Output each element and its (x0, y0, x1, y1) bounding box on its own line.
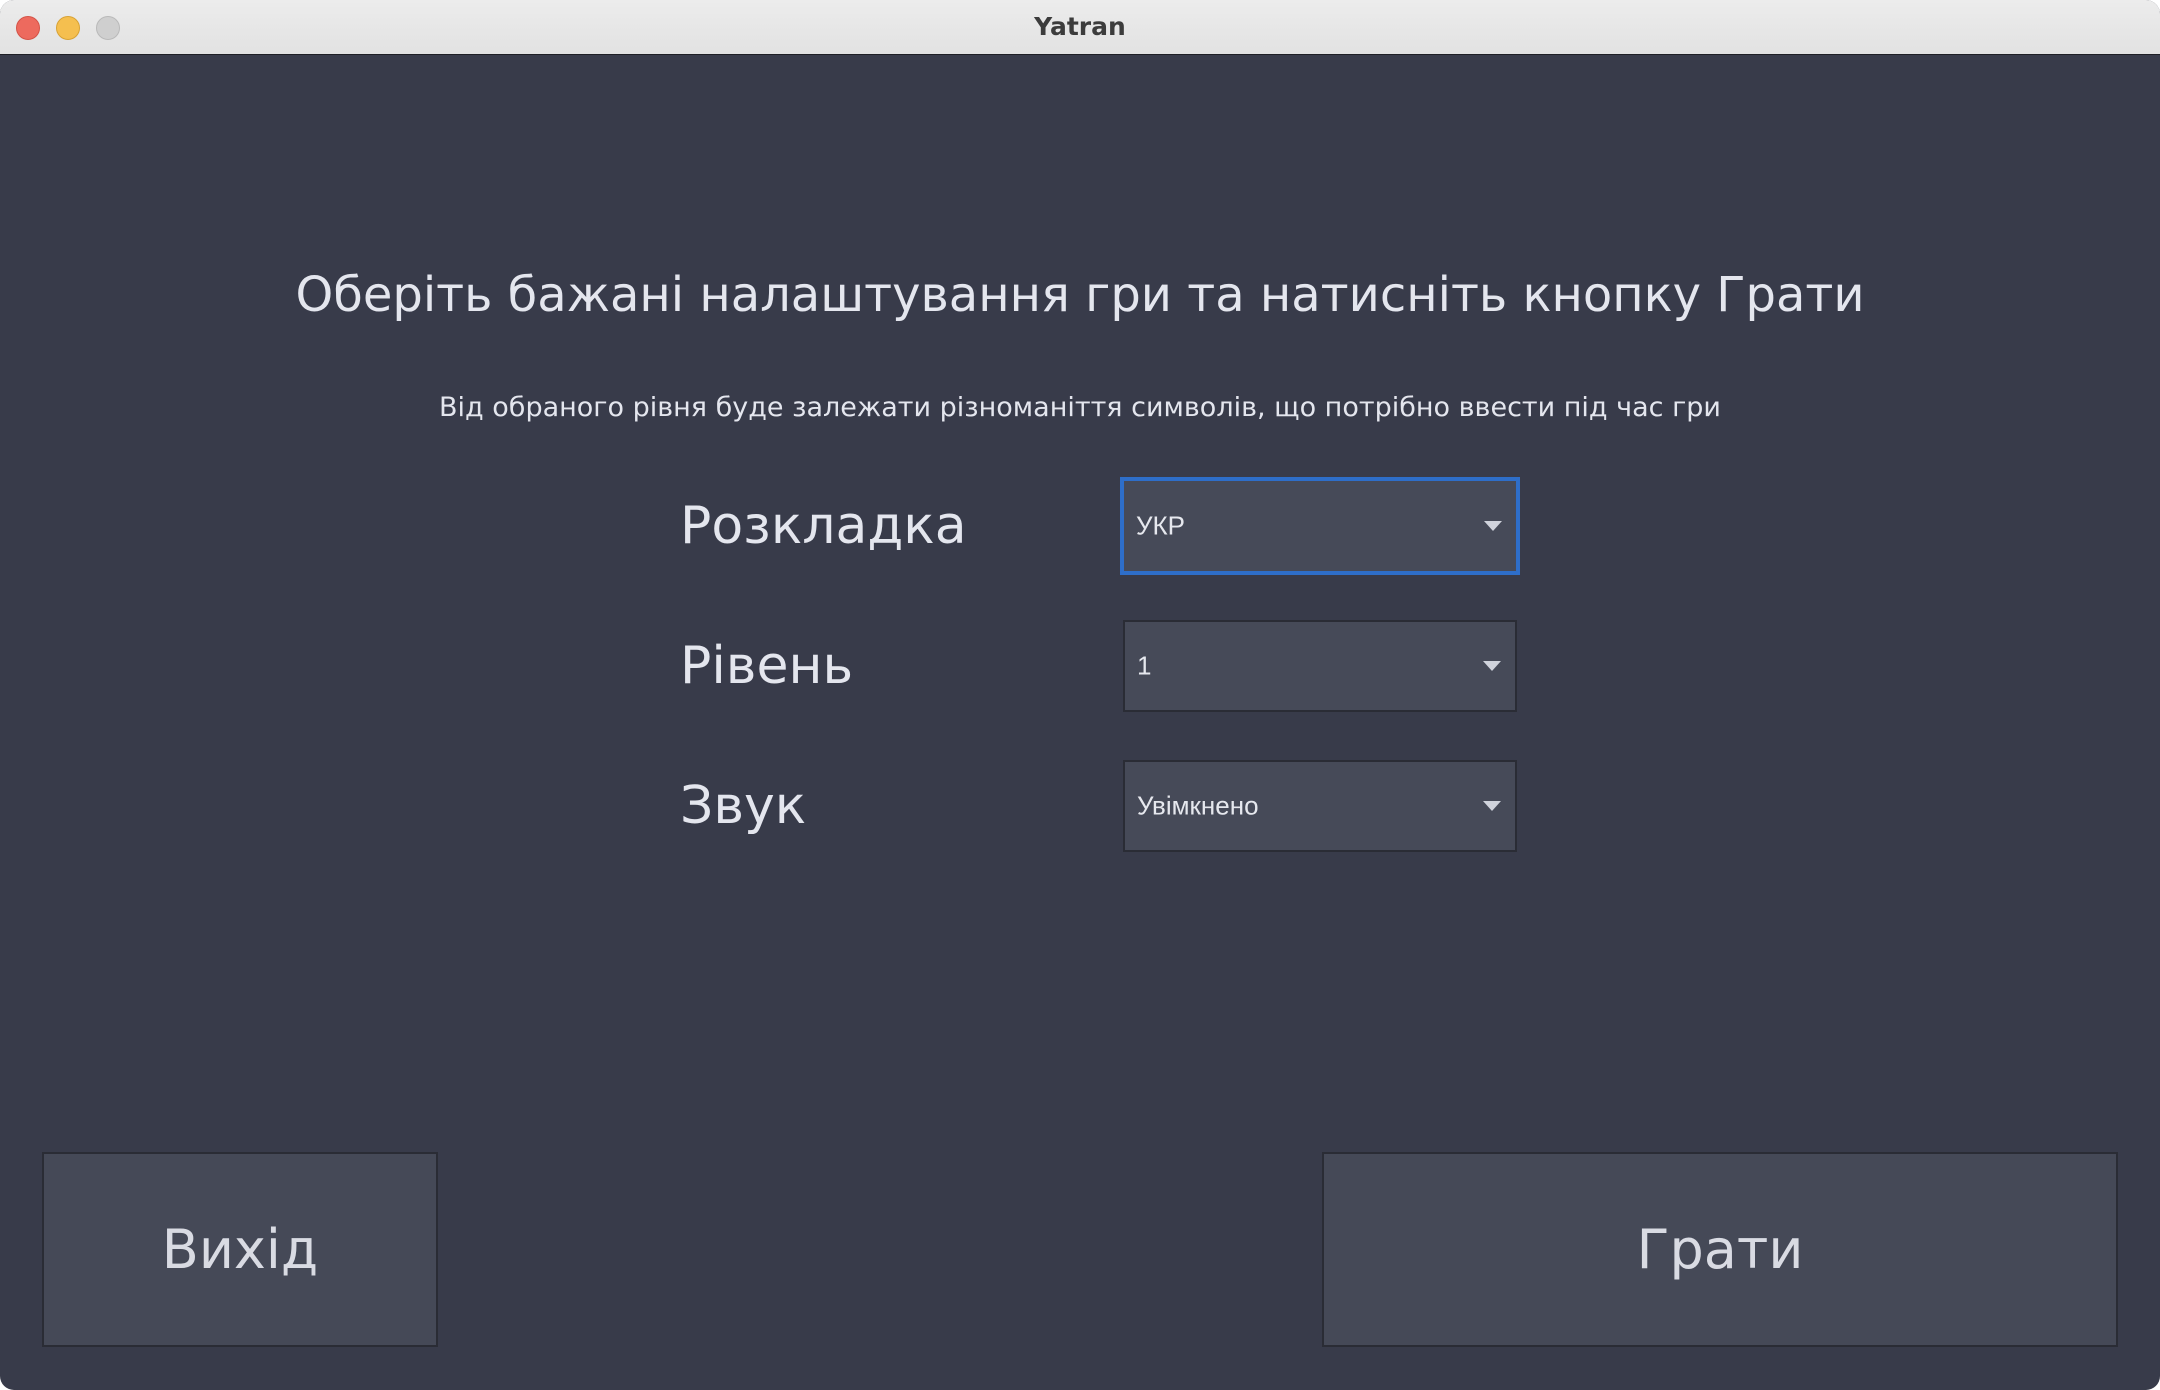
layout-select[interactable]: УКР (1120, 477, 1520, 575)
level-label: Рівень (680, 636, 854, 696)
sound-select-value: Увімкнено (1137, 790, 1259, 821)
page-subtitle: Від обраного рівня буде залежати різнома… (439, 392, 1721, 423)
level-select-value: 1 (1137, 650, 1152, 681)
app-window: Yatran Оберіть бажані налаштування гри т… (0, 0, 2160, 1390)
page-title: Оберіть бажані налаштування гри та натис… (295, 267, 1865, 323)
level-select[interactable]: 1 (1123, 620, 1517, 712)
exit-button[interactable]: Вихід (42, 1152, 438, 1347)
title-bar[interactable]: Yatran (0, 0, 2160, 55)
chevron-down-icon (1483, 661, 1501, 671)
sound-select[interactable]: Увімкнено (1123, 760, 1517, 852)
layout-select-value: УКР (1136, 510, 1186, 541)
window-title: Yatran (1034, 12, 1126, 41)
layout-label: Розкладка (680, 496, 967, 556)
chevron-down-icon (1484, 521, 1502, 531)
sound-label: Звук (680, 776, 807, 836)
chevron-down-icon (1483, 801, 1501, 811)
play-button[interactable]: Грати (1322, 1152, 2118, 1347)
